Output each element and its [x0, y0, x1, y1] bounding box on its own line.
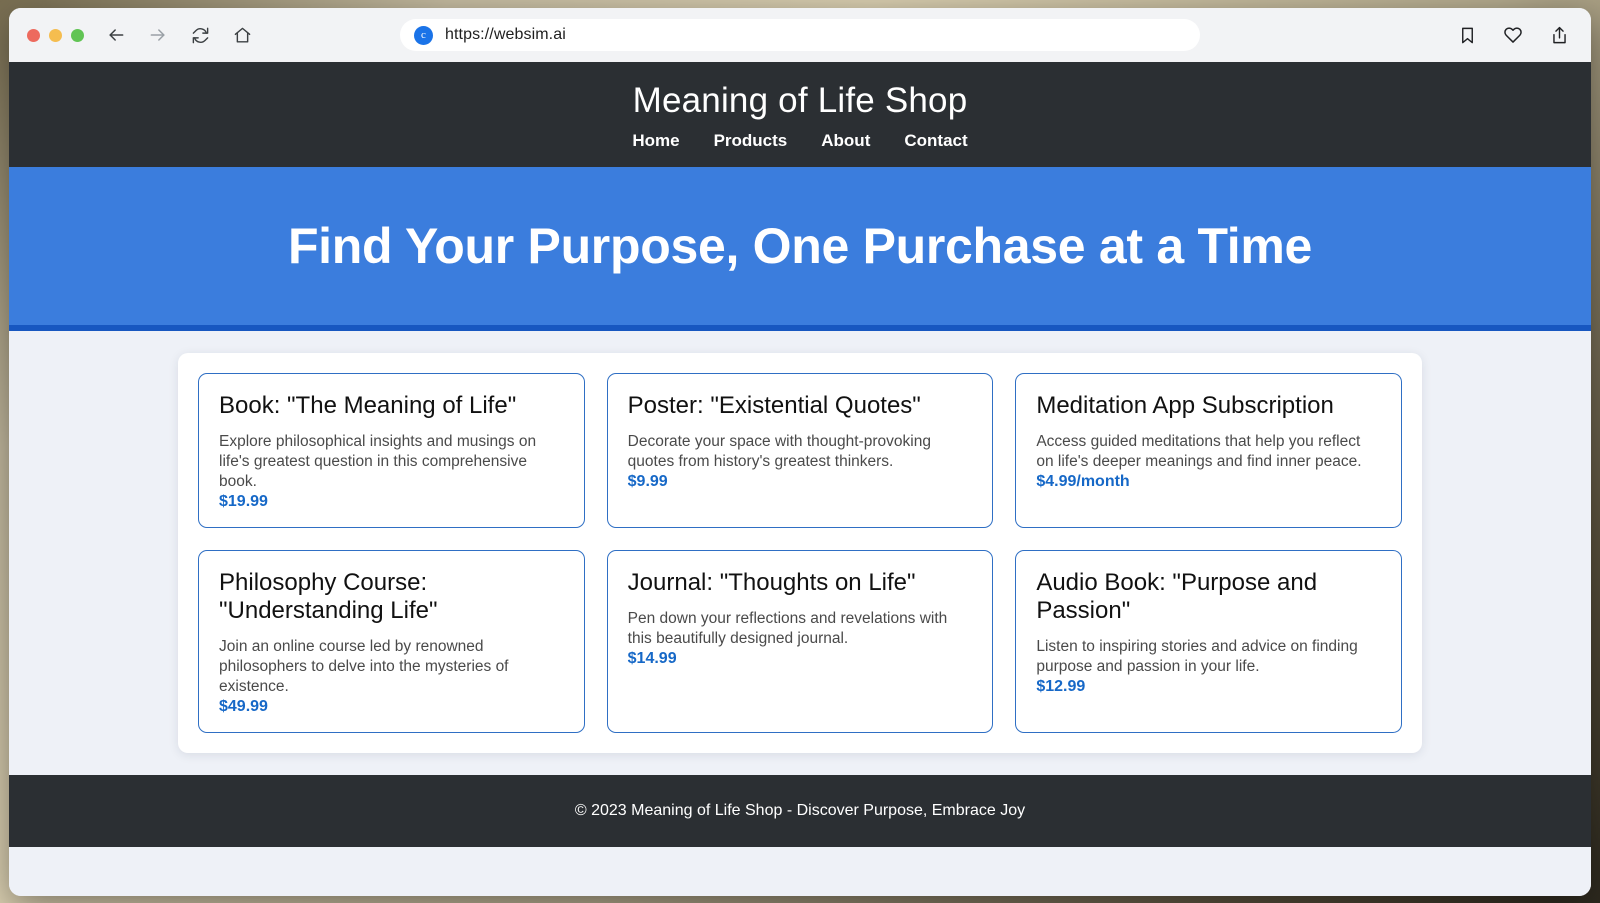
product-price: $9.99	[627, 473, 668, 491]
hero-headline: Find Your Purpose, One Purchase at a Tim…	[287, 218, 1313, 274]
product-grid: Book: "The Meaning of Life" Explore phil…	[198, 373, 1402, 734]
window-controls	[27, 28, 84, 42]
heart-icon[interactable]	[1501, 23, 1525, 47]
reload-button[interactable]	[186, 21, 214, 49]
hero-banner: Find Your Purpose, One Purchase at a Tim…	[9, 167, 1591, 331]
address-bar-container: c https://websim.ai	[400, 19, 1200, 51]
maximize-window-button[interactable]	[71, 28, 84, 42]
browser-toolbar: c https://websim.ai	[9, 8, 1591, 62]
main-navigation: Home Products About Contact	[9, 131, 1591, 151]
forward-button[interactable]	[144, 21, 172, 49]
arrow-left-icon	[109, 29, 124, 41]
products-container: Book: "The Meaning of Life" Explore phil…	[178, 353, 1422, 754]
product-title: Audio Book: "Purpose and Passion"	[1036, 569, 1318, 625]
page-title: Meaning of Life Shop	[632, 81, 968, 120]
footer-copyright: © 2023 Meaning of Life Shop - Discover P…	[574, 802, 1026, 820]
product-price: $12.99	[1036, 678, 1086, 696]
product-card[interactable]: Meditation App Subscription Access guide…	[1015, 373, 1402, 529]
product-title: Journal: "Thoughts on Life"	[627, 569, 916, 597]
product-description: Listen to inspiring stories and advice o…	[1036, 637, 1358, 676]
page-viewport: Meaning of Life Shop Home Products About…	[9, 62, 1591, 896]
product-description: Pen down your reflections and revelation…	[627, 610, 948, 648]
share-icon[interactable]	[1547, 23, 1571, 47]
product-price: $49.99	[219, 698, 268, 716]
product-title: Poster: "Existential Quotes"	[627, 392, 921, 419]
product-title: Meditation App Subscription	[1036, 392, 1334, 419]
home-icon	[234, 27, 250, 43]
home-button[interactable]	[228, 21, 256, 49]
site-footer: © 2023 Meaning of Life Shop - Discover P…	[9, 775, 1591, 848]
product-description: Explore philosophical insights and musin…	[219, 432, 537, 491]
product-card[interactable]: Audio Book: "Purpose and Passion" Listen…	[1015, 550, 1402, 734]
back-button[interactable]	[102, 21, 130, 49]
bookmark-icon[interactable]	[1455, 23, 1479, 47]
nav-item-about[interactable]: About	[821, 131, 870, 151]
product-price: $14.99	[627, 650, 677, 668]
product-card[interactable]: Book: "The Meaning of Life" Explore phil…	[198, 373, 585, 529]
product-card[interactable]: Journal: "Thoughts on Life" Pen down you…	[606, 550, 994, 734]
address-bar[interactable]: c https://websim.ai	[400, 19, 1200, 51]
nav-item-home[interactable]: Home	[632, 131, 679, 151]
toolbar-actions	[1455, 23, 1571, 47]
product-description: Access guided meditations that help you …	[1036, 432, 1362, 470]
nav-item-products[interactable]: Products	[714, 131, 788, 151]
site-header: Meaning of Life Shop Home Products About…	[9, 62, 1591, 167]
favicon-icon: c	[414, 25, 433, 45]
reload-icon	[192, 27, 208, 43]
product-description: Decorate your space with thought-provoki…	[627, 432, 931, 470]
arrow-right-icon	[150, 29, 165, 41]
product-price: $4.99/month	[1036, 473, 1130, 491]
nav-item-contact[interactable]: Contact	[904, 131, 967, 151]
product-price: $19.99	[219, 493, 268, 511]
close-window-button[interactable]	[27, 28, 40, 42]
product-card[interactable]: Poster: "Existential Quotes" Decorate yo…	[606, 373, 994, 529]
browser-window: c https://websim.ai Meaning of Life Shop…	[9, 8, 1591, 896]
product-description: Join an online course led by renowned ph…	[219, 637, 509, 696]
product-title: Book: "The Meaning of Life"	[219, 392, 517, 419]
product-title: Philosophy Course: "Understanding Life"	[219, 569, 438, 625]
main-content: Book: "The Meaning of Life" Explore phil…	[9, 331, 1591, 754]
product-card[interactable]: Philosophy Course: "Understanding Life" …	[198, 550, 585, 734]
navigation-buttons	[102, 21, 256, 49]
url-input[interactable]: https://websim.ai	[445, 26, 566, 44]
minimize-window-button[interactable]	[49, 28, 62, 42]
